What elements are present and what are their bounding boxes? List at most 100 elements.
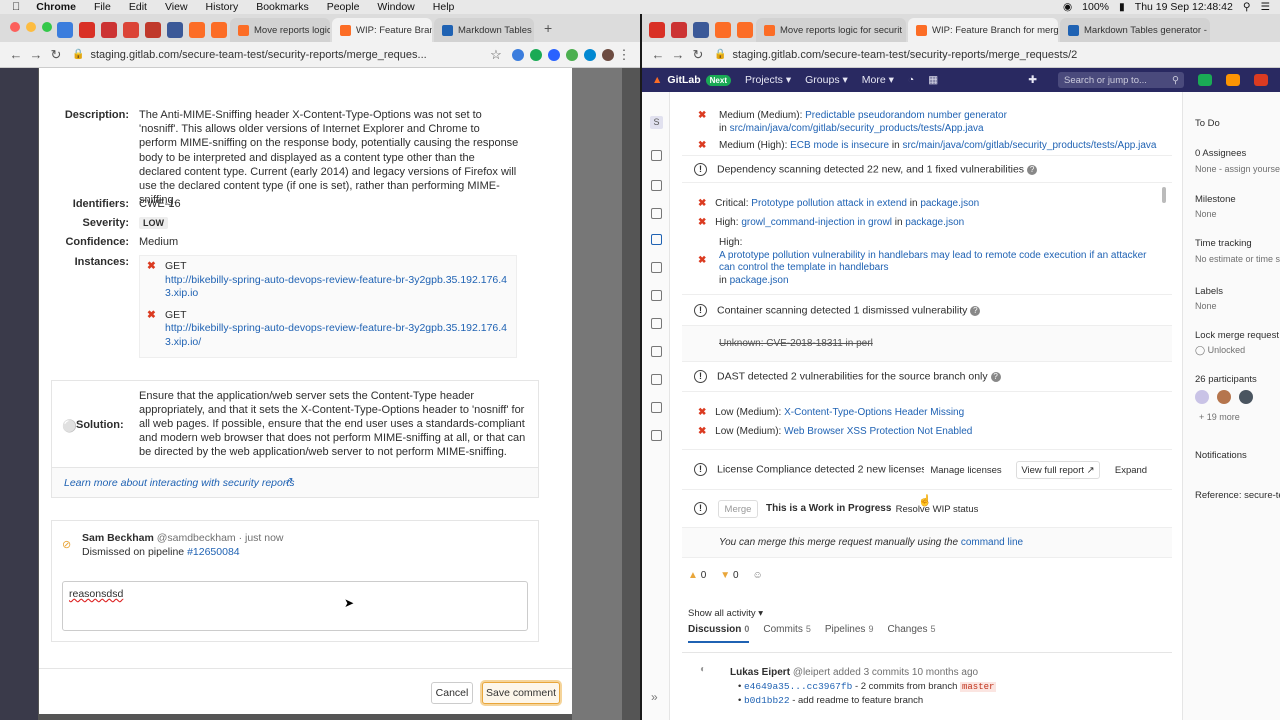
extension-icon[interactable]	[548, 48, 560, 61]
resolve-wip-button[interactable]: Resolve WIP status	[894, 500, 980, 518]
avatar[interactable]	[602, 48, 614, 61]
external-link-icon[interactable]: ↗	[284, 476, 292, 487]
pinned-tab-icon[interactable]	[649, 22, 665, 38]
instance-url-link[interactable]: http://bikebilly-spring-auto-devops-revi…	[165, 322, 510, 349]
more-menu-icon[interactable]: ⋮	[614, 47, 634, 63]
shield-icon[interactable]	[651, 290, 662, 301]
pinned-tab-icon[interactable]	[189, 22, 205, 38]
forward-icon[interactable]: →	[668, 47, 688, 62]
book-icon[interactable]	[651, 374, 662, 385]
help-icon[interactable]: ?	[990, 371, 1001, 382]
vuln-link[interactable]: ECB mode is insecure	[790, 140, 889, 151]
todo-label[interactable]: To Do	[1195, 118, 1220, 129]
pinned-tab-icon[interactable]	[145, 22, 161, 38]
url-field[interactable]: 🔒 staging.gitlab.com/secure-team-test/se…	[714, 45, 1274, 65]
new-tab-icon[interactable]: +	[544, 20, 552, 36]
learn-more-link[interactable]: Learn more about interacting with securi…	[64, 477, 295, 489]
commit-range-link[interactable]: e4649a35...cc3967fb	[744, 681, 852, 692]
command-line-link[interactable]: command line	[961, 537, 1023, 548]
menu-bookmarks[interactable]: Bookmarks	[256, 1, 309, 13]
tab-move-reports[interactable]: Move reports logic for securit ×	[756, 18, 906, 42]
apple-icon[interactable]: 	[12, 1, 20, 13]
pinned-tab-icon[interactable]	[57, 22, 73, 38]
menu-window[interactable]: Window	[377, 1, 414, 13]
show-all-activity-dropdown[interactable]: Show all activity ▾	[688, 604, 766, 622]
app-name[interactable]: Chrome	[36, 1, 76, 13]
pipeline-link[interactable]: #12650084	[187, 546, 240, 558]
tab-wip-feature-branch[interactable]: WIP: Feature Branc ×	[332, 18, 432, 42]
maximize-window-icon[interactable]	[42, 22, 52, 32]
nav-groups[interactable]: Groups ▾	[805, 74, 848, 86]
snippet-icon[interactable]	[651, 402, 662, 413]
menu-list-icon[interactable]: ☰	[1261, 1, 1270, 13]
pinned-tab-icon[interactable]	[101, 22, 117, 38]
tab-pipelines[interactable]: Pipelines 9	[825, 624, 874, 643]
vuln-link[interactable]: X-Content-Type-Options Header Missing	[784, 407, 964, 418]
tab-move-reports[interactable]: Move reports logic fo ×	[230, 18, 330, 42]
comment-textarea[interactable]: reasonsdsd	[62, 581, 528, 631]
thumbs-up-button[interactable]: ▲ 0	[688, 570, 706, 581]
clock[interactable]: Thu 19 Sep 12:48:42	[1135, 1, 1233, 13]
instance-url-link[interactable]: http://bikebilly-spring-auto-devops-revi…	[165, 274, 510, 301]
vuln-file-link[interactable]: src/main/java/com/gitlab/security_produc…	[730, 123, 984, 134]
vuln-link[interactable]: Prototype pollution attack in extend	[751, 198, 907, 209]
extension-icon[interactable]	[584, 48, 596, 61]
plus-icon[interactable]: ✚	[1028, 74, 1037, 86]
home-icon[interactable]	[651, 150, 662, 161]
url-field[interactable]: 🔒 staging.gitlab.com/secure-team-test/se…	[72, 45, 486, 65]
menu-help[interactable]: Help	[433, 1, 455, 13]
rocket-icon[interactable]	[651, 262, 662, 273]
vuln-file-link[interactable]: package.json	[920, 198, 979, 209]
search-icon[interactable]: ⚲	[1243, 1, 1251, 13]
reload-icon[interactable]: ↻	[46, 47, 66, 63]
dismissed-vuln[interactable]: Unknown: CVE-2018-18311 in perl	[719, 338, 873, 349]
project-avatar[interactable]: S	[650, 116, 663, 129]
vuln-file-link[interactable]: src/main/java/com/gitlab/security_produc…	[902, 140, 1156, 151]
close-window-icon[interactable]	[10, 22, 20, 32]
cancel-button[interactable]: Cancel	[431, 682, 473, 704]
merge-request-icon[interactable]	[651, 234, 662, 245]
merge-requests-counter-icon[interactable]	[1198, 74, 1212, 86]
tab-markdown-tables[interactable]: Markdown Tables generator -	[1060, 18, 1210, 42]
help-icon[interactable]: ?	[970, 305, 981, 316]
back-icon[interactable]: ←	[6, 47, 26, 62]
tab-commits[interactable]: Commits 5	[763, 624, 810, 643]
pinned-tab-icon[interactable]	[79, 22, 95, 38]
issues-counter-icon[interactable]	[1226, 74, 1240, 86]
vuln-file-link[interactable]: package.json	[905, 217, 964, 228]
bookmark-star-icon[interactable]: ☆	[486, 47, 506, 63]
extension-icon[interactable]	[566, 48, 578, 61]
pinned-tab-icon[interactable]	[167, 22, 183, 38]
issues-icon[interactable]	[651, 208, 662, 219]
commit-sha-link[interactable]: b0d1bb22	[744, 695, 790, 706]
note-author[interactable]: Lukas Eipert	[730, 667, 790, 678]
extension-icon[interactable]	[530, 48, 542, 61]
pinned-tab-icon[interactable]	[737, 22, 753, 38]
help-icon[interactable]: ?	[1027, 164, 1038, 175]
tab-wip-feature-branch[interactable]: WIP: Feature Branch for merge ×	[908, 18, 1058, 42]
forward-icon[interactable]: →	[26, 47, 46, 62]
vuln-file-link[interactable]: package.json	[730, 275, 789, 286]
gitlab-logo[interactable]: ▲ GitLab Next	[652, 74, 731, 86]
extension-icon[interactable]	[512, 48, 524, 61]
comment-author[interactable]: Sam Beckham	[82, 532, 154, 544]
assign-yourself-link[interactable]: None - assign yourse	[1195, 164, 1280, 174]
avatar[interactable]	[1217, 390, 1231, 404]
back-icon[interactable]: ←	[648, 47, 668, 62]
identifier-link[interactable]: CWE-16	[139, 197, 181, 211]
pinned-tab-icon[interactable]	[211, 22, 227, 38]
reload-icon[interactable]: ↻	[688, 47, 708, 63]
menu-edit[interactable]: Edit	[129, 1, 147, 13]
menu-view[interactable]: View	[165, 1, 188, 13]
vuln-link[interactable]: growl_command-injection in growl	[741, 217, 892, 228]
tab-changes[interactable]: Changes 5	[887, 624, 935, 643]
battery-level[interactable]: 100%	[1082, 1, 1109, 13]
cloud-icon[interactable]	[651, 318, 662, 329]
more-participants-link[interactable]: + 19 more	[1199, 412, 1240, 422]
expand-button[interactable]: Expand	[1108, 461, 1154, 479]
wifi-icon[interactable]: ◉	[1063, 1, 1072, 13]
minimize-window-icon[interactable]	[26, 22, 36, 32]
nav-projects[interactable]: Projects ▾	[745, 74, 791, 86]
tab-discussion[interactable]: Discussion 0	[688, 624, 750, 643]
menu-file[interactable]: File	[94, 1, 111, 13]
